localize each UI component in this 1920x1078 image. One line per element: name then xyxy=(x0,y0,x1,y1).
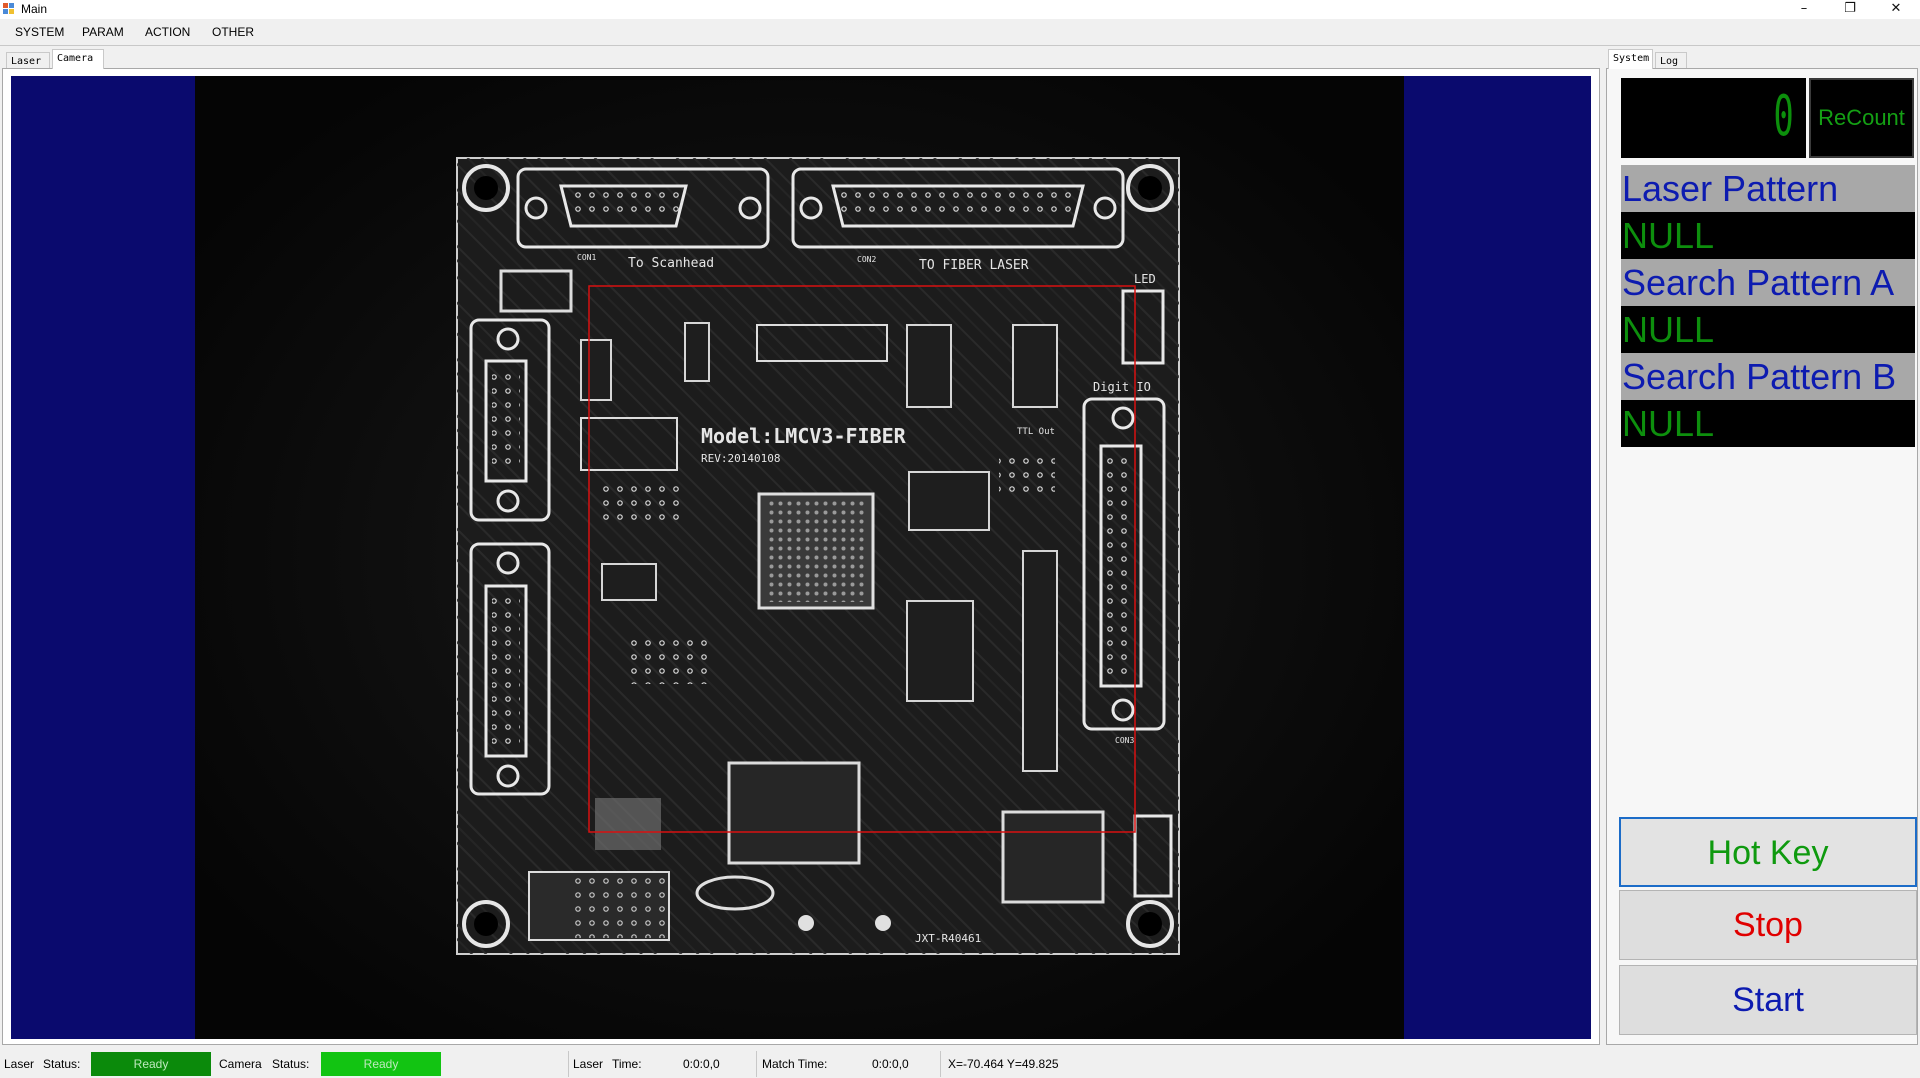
left-tabstrip: Laser Camera xyxy=(4,49,204,69)
laser-status-indicator: Ready xyxy=(91,1052,211,1076)
camera-panel: To Scanhead TO FIBER LASER LED Digit IO … xyxy=(2,68,1600,1045)
status-separator xyxy=(940,1051,941,1077)
menu-other[interactable]: OTHER xyxy=(212,25,254,39)
hot-key-button[interactable]: Hot Key xyxy=(1619,817,1917,887)
menu-divider xyxy=(0,45,1920,46)
camera-status-indicator: Ready xyxy=(321,1052,441,1076)
laser-time-caption: Laser xyxy=(573,1057,604,1071)
menu-bar: SYSTEM PARAM ACTION OTHER xyxy=(0,22,1920,44)
tab-camera[interactable]: Camera xyxy=(52,49,104,69)
board-label-rev: REV:20140108 xyxy=(701,452,780,465)
laser-time-label: Time: xyxy=(612,1057,642,1071)
board-label-con3: CON3 xyxy=(1115,736,1134,745)
board-label-con1: CON1 xyxy=(577,253,596,262)
camera-status-caption: Camera xyxy=(219,1057,262,1071)
window-title: Main xyxy=(21,2,48,16)
match-time-label: Match Time: xyxy=(762,1057,828,1071)
board-label-con2: CON2 xyxy=(857,255,876,264)
board-label-model: Model:LMCV3-FIBER xyxy=(701,424,907,448)
board-label-to-fiber-laser: TO FIBER LASER xyxy=(919,258,1029,273)
app-icon xyxy=(3,3,14,14)
start-button[interactable]: Start xyxy=(1619,965,1917,1035)
right-tabstrip: System Log xyxy=(1606,49,1726,69)
search-pattern-a-value: NULL xyxy=(1621,306,1915,353)
camera-status-label: Status: xyxy=(272,1057,310,1071)
minimize-button[interactable]: – xyxy=(1784,0,1824,19)
title-bar: Main – ❐ ✕ xyxy=(0,0,1920,19)
restore-button[interactable]: ❐ xyxy=(1830,0,1870,19)
laser-time-value: 0:0:0,0 xyxy=(683,1057,720,1071)
counter-value: 0 xyxy=(1773,84,1794,149)
tab-log[interactable]: Log xyxy=(1655,52,1687,69)
system-panel: 0 ReCount Laser Pattern NULL Search Patt… xyxy=(1606,68,1918,1045)
menu-param[interactable]: PARAM xyxy=(82,25,124,39)
menu-action[interactable]: ACTION xyxy=(145,25,190,39)
board-label-ttl-out: TTL Out xyxy=(1017,427,1055,437)
status-separator xyxy=(568,1051,569,1077)
menu-system[interactable]: SYSTEM xyxy=(15,25,64,39)
search-pattern-b-label[interactable]: Search Pattern B xyxy=(1621,353,1915,400)
camera-view[interactable]: To Scanhead TO FIBER LASER LED Digit IO … xyxy=(11,76,1591,1039)
status-bar: Laser Status: Ready Camera Status: Ready… xyxy=(0,1048,1920,1078)
tab-laser[interactable]: Laser xyxy=(6,52,50,69)
stop-button[interactable]: Stop xyxy=(1619,890,1917,960)
camera-image: To Scanhead TO FIBER LASER LED Digit IO … xyxy=(195,76,1404,1039)
search-pattern-a-label[interactable]: Search Pattern A xyxy=(1621,259,1915,306)
close-button[interactable]: ✕ xyxy=(1876,0,1916,19)
coordinate-readout: X=-70.464 Y=49.825 xyxy=(948,1057,1059,1071)
match-time-value: 0:0:0,0 xyxy=(872,1057,909,1071)
board-label-to-scanhead: To Scanhead xyxy=(628,256,714,271)
board-label-part-number: JXT-R40461 xyxy=(915,932,981,945)
recount-button[interactable]: ReCount xyxy=(1809,78,1914,158)
search-pattern-b-value: NULL xyxy=(1621,400,1915,447)
board-label-led: LED xyxy=(1134,272,1156,286)
tab-system[interactable]: System xyxy=(1608,49,1653,69)
laser-status-label: Status: xyxy=(43,1057,81,1071)
laser-status-caption: Laser xyxy=(4,1057,35,1071)
counter-display: 0 xyxy=(1621,78,1806,158)
laser-pattern-label[interactable]: Laser Pattern xyxy=(1621,165,1915,212)
status-separator xyxy=(756,1051,757,1077)
board-label-digit-io: Digit IO xyxy=(1093,380,1151,394)
laser-pattern-value: NULL xyxy=(1621,212,1915,259)
